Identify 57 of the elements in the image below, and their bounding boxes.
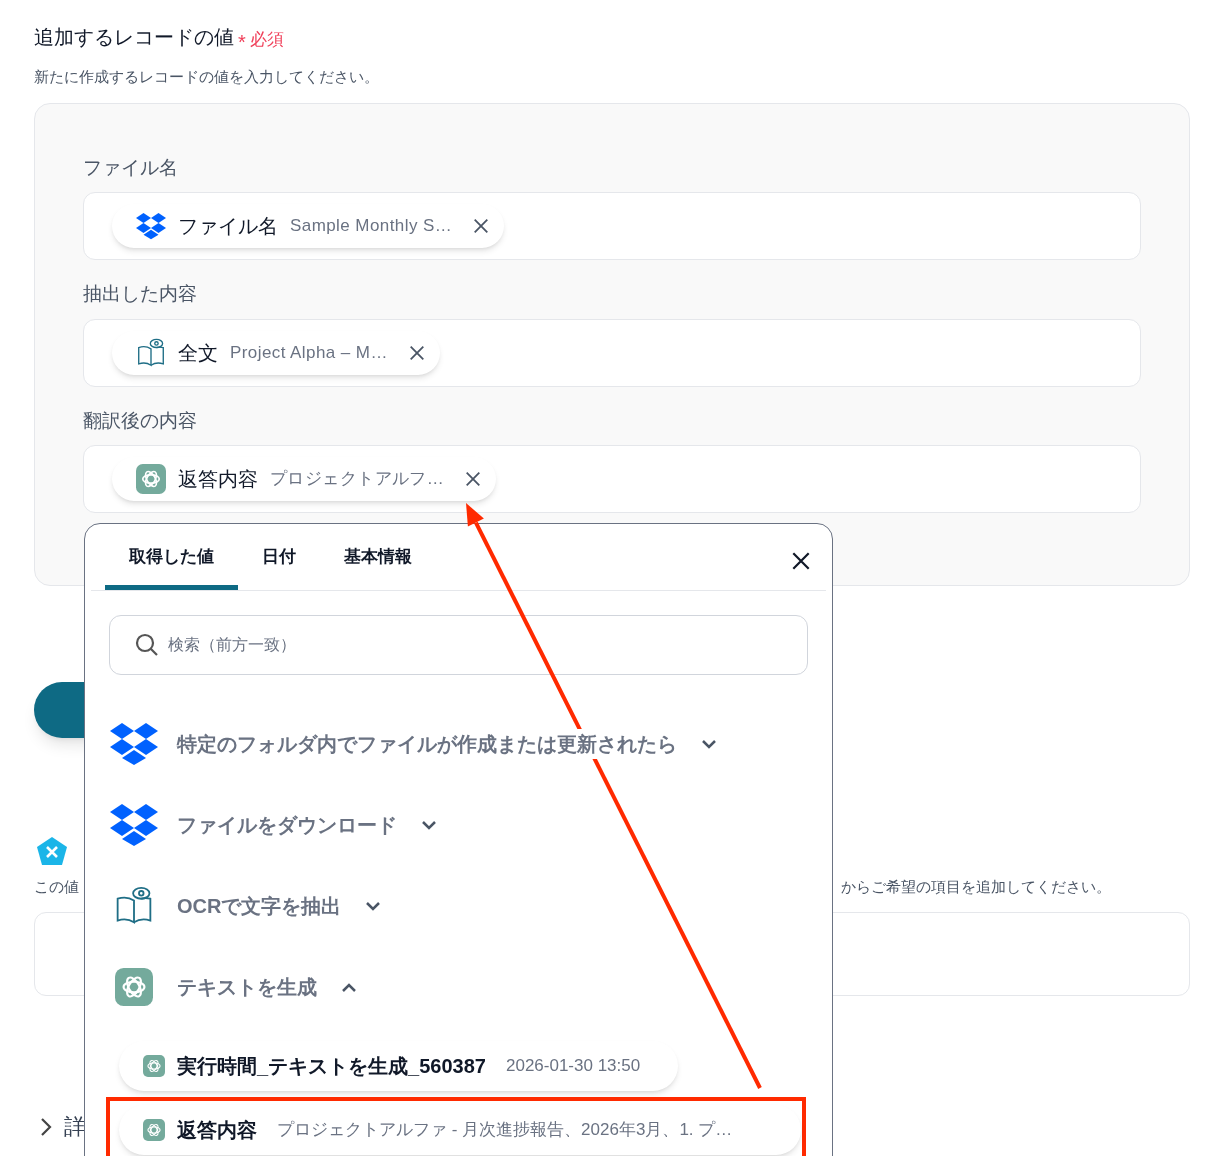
source-group-header[interactable]: ファイルをダウンロード	[109, 784, 808, 865]
section-title: 追加するレコードの値	[34, 25, 234, 50]
dropbox-icon	[136, 211, 166, 241]
chip-name: 返答内容	[178, 467, 258, 492]
chevron-down-icon[interactable]	[701, 738, 717, 749]
option-name: 実行時間_テキストを生成_560387	[177, 1054, 486, 1079]
remove-icon[interactable]	[472, 217, 491, 235]
picker-tab[interactable]: 基本情報	[320, 543, 436, 590]
chip-value: Sample Monthly S…	[290, 215, 453, 238]
tag-input-field[interactable]: ファイル名 Sample Monthly S…	[83, 192, 1141, 260]
chevron-right-icon[interactable]	[40, 1116, 52, 1137]
value-option[interactable]: 返答内容 プロジェクトアルファ - 月次進捗報告、2026年3月、1. プ…	[119, 1105, 801, 1155]
chevron-down-icon[interactable]	[421, 819, 437, 830]
picker-tab[interactable]: 取得した値	[105, 543, 238, 590]
option-name: 返答内容	[177, 1118, 257, 1143]
remove-icon[interactable]	[464, 470, 483, 488]
book-eye-icon	[136, 337, 166, 368]
dropbox-icon	[110, 722, 158, 765]
description-start: この値	[34, 876, 79, 897]
required-mark: *	[238, 32, 246, 52]
remove-icon[interactable]	[407, 343, 426, 362]
section-description: 新たに作成するレコードの値を入力してください。	[34, 67, 380, 87]
value-chip[interactable]: 全文 Project Alpha – M…	[112, 330, 440, 375]
knot-logo-icon	[143, 1055, 165, 1077]
pentagon-x-icon	[36, 835, 68, 866]
chip-name: 全文	[178, 340, 218, 366]
description-end: からご希望の項目を追加してください。	[841, 876, 1111, 897]
required-label: 必須	[249, 28, 284, 51]
chevron-up-icon[interactable]	[341, 981, 357, 992]
tag-input-field[interactable]: 返答内容 プロジェクトアルフ…	[83, 445, 1141, 513]
search-icon	[135, 633, 159, 657]
knot-logo-icon	[136, 464, 166, 494]
knot-logo-icon	[143, 1119, 165, 1141]
search-field[interactable]: 検索（前方一致）	[109, 615, 808, 675]
value-option[interactable]: 実行時間_テキストを生成_560387 2026-01-30 13:50	[119, 1041, 679, 1091]
picker-tab[interactable]: 日付	[238, 543, 320, 590]
source-group-header[interactable]: テキストを生成	[109, 946, 808, 1027]
chevron-down-icon[interactable]	[365, 900, 382, 911]
field-label: 抽出した内容	[83, 282, 198, 306]
option-value: プロジェクトアルファ - 月次進捗報告、2026年3月、1. プ…	[277, 1119, 733, 1142]
tag-input-field[interactable]: 全文 Project Alpha – M…	[83, 318, 1141, 387]
field-label: ファイル名	[83, 155, 179, 180]
value-chip[interactable]: ファイル名 Sample Monthly S…	[112, 204, 505, 248]
value-chip[interactable]: 返答内容 プロジェクトアルフ…	[112, 457, 497, 501]
source-group-header[interactable]: 特定のフォルダ内でファイルが作成または更新されたら	[109, 703, 808, 784]
dropbox-icon	[110, 803, 158, 846]
field-label: 翻訳後の内容	[83, 408, 198, 433]
option-value: 2026-01-30 13:50	[506, 1055, 641, 1078]
close-icon[interactable]	[790, 550, 812, 572]
chip-name: ファイル名	[178, 214, 278, 239]
group-label: 特定のフォルダ内でファイルが作成または更新されたら	[177, 728, 677, 759]
book-eye-icon	[115, 885, 153, 926]
knot-logo-icon	[115, 966, 153, 1007]
chip-value: Project Alpha – M…	[230, 341, 388, 364]
source-group-header[interactable]: OCRで文字を抽出	[109, 865, 808, 946]
details-label[interactable]: 詳	[64, 1110, 86, 1143]
chip-value: プロジェクトアルフ…	[270, 468, 445, 491]
